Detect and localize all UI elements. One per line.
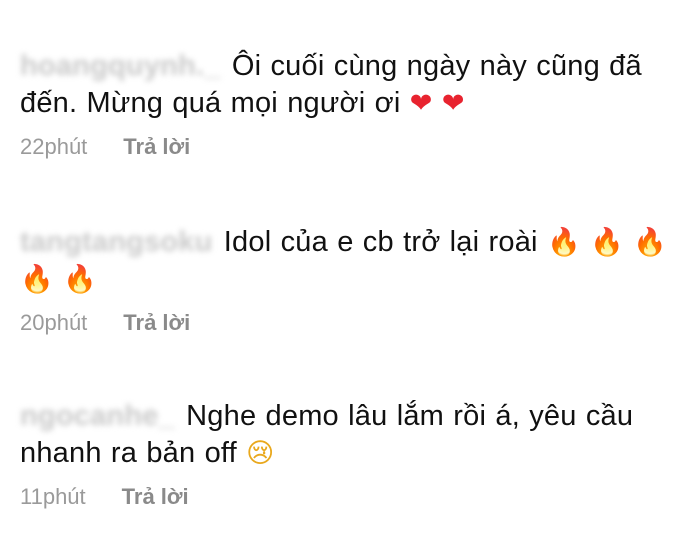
fire-emoji-icon: 🔥 — [590, 227, 624, 258]
comment-body: tangtangsoku Idol của e cb trở lại roài … — [20, 224, 690, 298]
comment-body: ngocanhe_ Nghe demo lâu lắm rồi á, yêu c… — [20, 398, 690, 472]
comment-timestamp: 22phút — [20, 134, 88, 159]
fire-emoji-icon: 🔥 — [633, 227, 667, 258]
comment-timestamp: 20phút — [20, 310, 88, 335]
comment-item: ngocanhe_ Nghe demo lâu lắm rồi á, yêu c… — [20, 398, 690, 510]
comment-body: hoangquynh._ Ôi cuối cùng ngày này cũng … — [20, 48, 690, 122]
heart-emoji-icon: ❤ — [441, 88, 465, 119]
reply-button[interactable]: Trả lời — [123, 310, 190, 336]
heart-emoji-icon: ❤ — [409, 88, 433, 119]
comment-meta: 22phút Trả lời — [20, 134, 690, 160]
fire-emoji-icon: 🔥 — [63, 264, 97, 295]
reply-button[interactable]: Trả lời — [123, 134, 190, 160]
comment-meta: 11phút Trả lời — [20, 484, 690, 510]
comment-item: hoangquynh._ Ôi cuối cùng ngày này cũng … — [20, 48, 690, 160]
comment-username[interactable]: tangtangsoku — [20, 226, 213, 258]
comment-meta: 20phút Trả lời — [20, 310, 690, 336]
comment-text: Idol của e cb trở lại roài — [223, 226, 538, 258]
comment-username[interactable]: hoangquynh._ — [20, 50, 221, 82]
fire-emoji-icon: 🔥 — [546, 227, 581, 258]
crying-face-emoji-icon: 😢 — [246, 438, 275, 469]
reply-button[interactable]: Trả lời — [122, 484, 189, 510]
comment-timestamp: 11phút — [20, 484, 86, 509]
comment-item: tangtangsoku Idol của e cb trở lại roài … — [20, 224, 690, 336]
fire-emoji-icon: 🔥 — [20, 264, 54, 295]
comment-username[interactable]: ngocanhe_ — [20, 400, 175, 432]
